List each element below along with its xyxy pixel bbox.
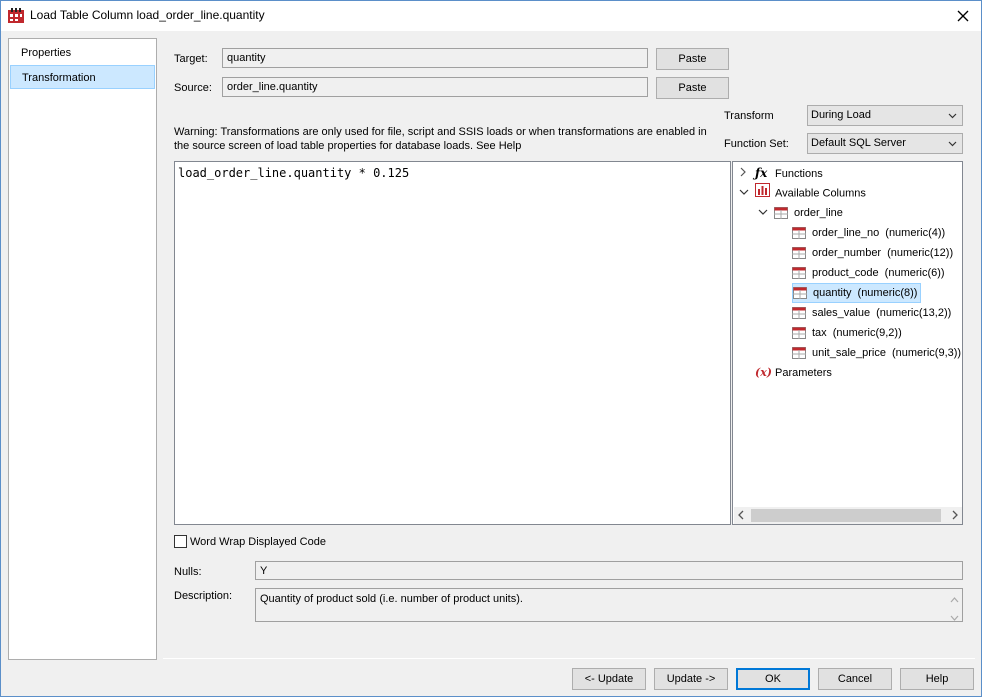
source-paste-button[interactable]: Paste [656, 77, 729, 99]
update-prev-button[interactable]: <- Update [572, 668, 646, 690]
description-text: Quantity of product sold (i.e. number of… [260, 593, 523, 605]
target-label: Target: [174, 53, 208, 65]
source-label: Source: [174, 82, 212, 94]
footer-separator [163, 658, 975, 659]
function-set-value: Default SQL Server [811, 137, 906, 149]
tree-column-item[interactable]: tax (numeric(9,2)) [792, 323, 905, 343]
help-button[interactable]: Help [900, 668, 974, 690]
parameter-icon: (x) [755, 366, 772, 379]
column-type: (numeric(12)) [887, 247, 954, 259]
column-type: (numeric(4)) [885, 227, 946, 239]
column-tree[interactable]: ƒx Functions Available Columns order_line… [732, 161, 963, 525]
table-icon [792, 303, 812, 323]
word-wrap-checkbox[interactable] [174, 535, 187, 548]
tree-node-available-columns[interactable]: Available Columns [739, 183, 866, 203]
chevron-down-icon [948, 134, 957, 160]
scroll-down-icon[interactable] [950, 609, 959, 621]
cancel-button[interactable]: Cancel [818, 668, 892, 690]
column-type: (numeric(13,2)) [876, 307, 952, 319]
tree-column-item[interactable]: unit_sale_price (numeric(9,3)) [792, 343, 962, 363]
chevron-down-icon [739, 183, 755, 203]
functions-label: Functions [775, 168, 823, 180]
table-icon [792, 243, 812, 263]
source-field[interactable]: order_line.quantity [222, 77, 648, 97]
code-editor[interactable]: load_order_line.quantity * 0.125 [174, 161, 731, 525]
tree-node-table[interactable]: order_line [758, 203, 843, 223]
nulls-field[interactable]: Y [255, 561, 963, 580]
target-paste-button[interactable]: Paste [656, 48, 729, 70]
columns-icon [755, 183, 775, 204]
tree-column-item[interactable]: sales_value (numeric(13,2)) [792, 303, 954, 323]
chevron-down-icon [758, 203, 774, 223]
tree-node-parameters[interactable]: (x) Parameters [755, 363, 832, 383]
chevron-down-icon [948, 106, 957, 132]
table-label: order_line [794, 207, 843, 219]
scroll-up-icon[interactable] [950, 591, 959, 611]
table-icon [792, 343, 812, 363]
column-type: (numeric(6)) [884, 267, 945, 279]
tree-column-item[interactable]: product_code (numeric(6)) [792, 263, 948, 283]
target-field[interactable]: quantity [222, 48, 648, 68]
app-icon [8, 8, 24, 23]
table-icon [793, 284, 813, 302]
column-name: order_line_no [812, 227, 880, 239]
tree-node-functions[interactable]: ƒx Functions [739, 163, 823, 183]
nulls-label: Nulls: [174, 566, 202, 578]
scroll-thumb[interactable] [751, 509, 941, 522]
description-field[interactable]: Quantity of product sold (i.e. number of… [255, 588, 963, 622]
transform-label: Transform [724, 110, 774, 122]
table-icon [792, 323, 812, 343]
window-title: Load Table Column load_order_line.quanti… [30, 8, 265, 22]
function-set-label: Function Set: [724, 138, 789, 150]
table-icon [792, 263, 812, 283]
column-name: tax [812, 327, 827, 339]
nav-panel: Properties Transformation [8, 38, 157, 660]
tree-column-item[interactable]: order_line_no (numeric(4)) [792, 223, 948, 243]
update-next-button[interactable]: Update -> [654, 668, 728, 690]
parameters-label: Parameters [775, 367, 832, 379]
close-button[interactable] [945, 1, 981, 31]
column-name: sales_value [812, 307, 871, 319]
available-columns-label: Available Columns [775, 187, 866, 200]
column-type: (numeric(8)) [857, 287, 918, 299]
transform-value: During Load [811, 109, 871, 121]
function-icon: ƒx [755, 166, 768, 180]
scroll-left-icon[interactable] [737, 510, 745, 523]
column-name: product_code [812, 267, 879, 279]
column-name: order_number [812, 247, 882, 259]
transform-select[interactable]: During Load [807, 105, 963, 126]
column-type: (numeric(9,3)) [892, 347, 962, 359]
description-label: Description: [174, 590, 233, 602]
function-set-select[interactable]: Default SQL Server [807, 133, 963, 154]
chevron-right-icon [739, 164, 755, 184]
nav-item-transformation[interactable]: Transformation [10, 65, 155, 89]
column-name: unit_sale_price [812, 347, 886, 359]
nav-item-properties[interactable]: Properties [10, 41, 155, 65]
table-icon [792, 223, 812, 243]
ok-button[interactable]: OK [736, 668, 810, 690]
table-icon [774, 203, 794, 223]
code-text: load_order_line.quantity * 0.125 [178, 166, 410, 180]
column-name: quantity [813, 287, 852, 299]
tree-column-item[interactable]: order_number (numeric(12)) [792, 243, 956, 263]
warning-text: Warning: Transformations are only used f… [174, 126, 707, 152]
word-wrap-label: Word Wrap Displayed Code [190, 536, 326, 548]
column-type: (numeric(9,2)) [832, 327, 902, 339]
tree-column-item[interactable]: quantity (numeric(8)) [792, 283, 922, 303]
scroll-right-icon[interactable] [951, 510, 959, 523]
tree-horizontal-scrollbar[interactable] [734, 507, 962, 524]
close-icon [957, 10, 969, 22]
